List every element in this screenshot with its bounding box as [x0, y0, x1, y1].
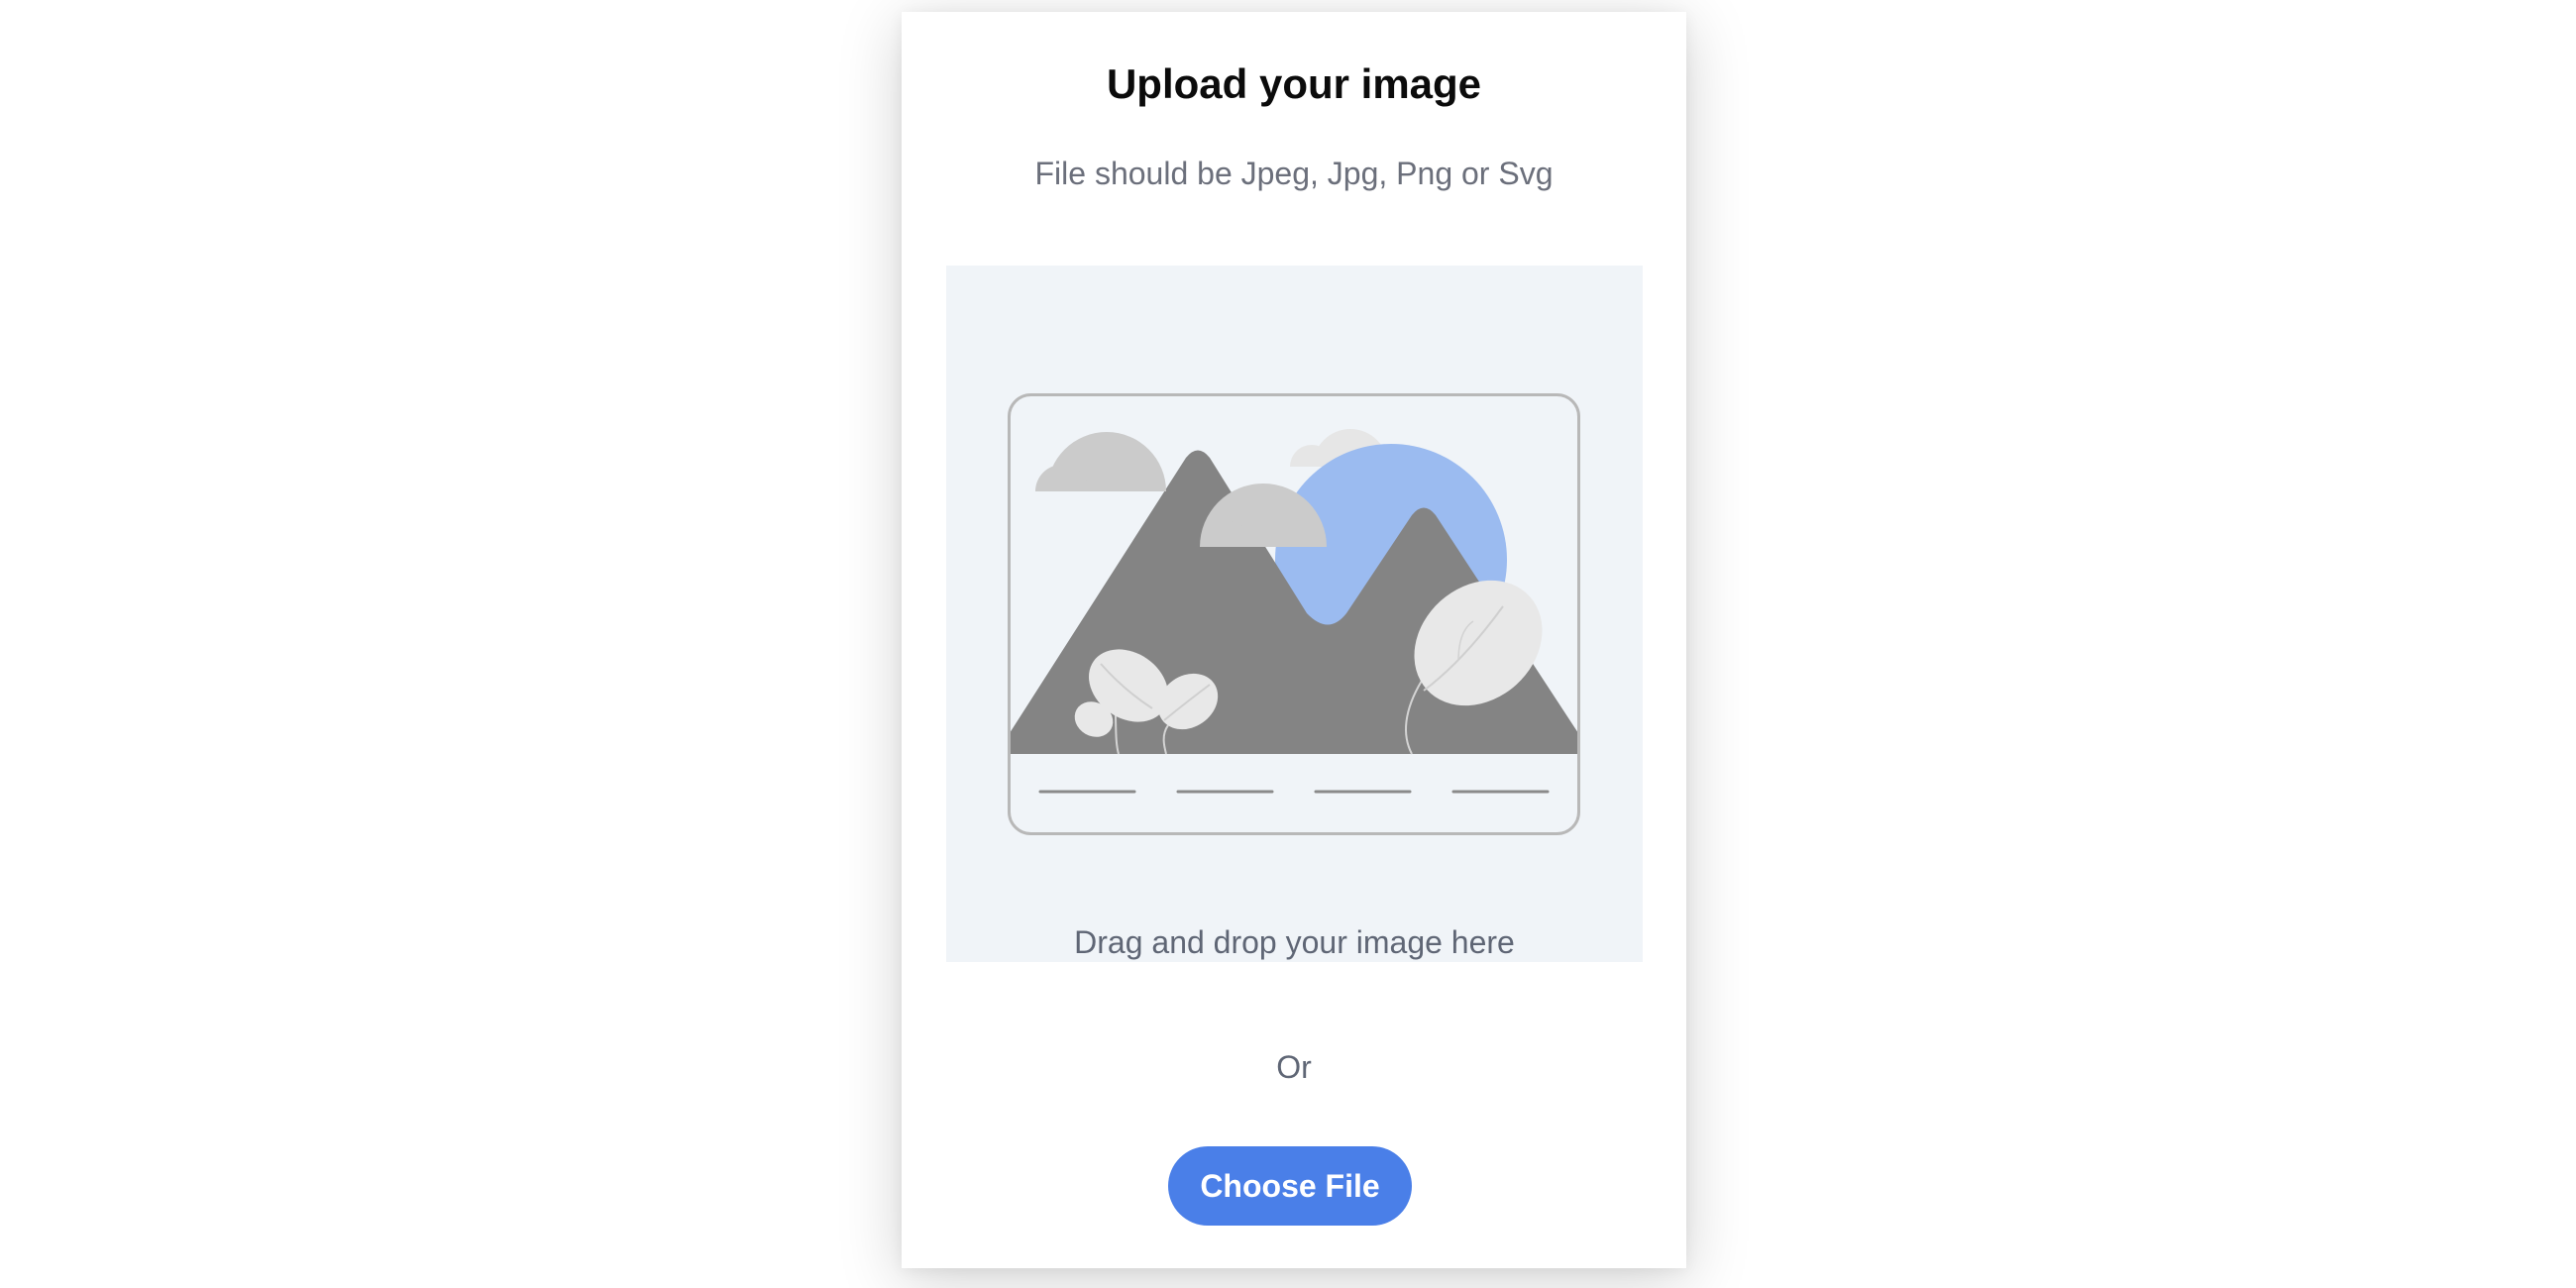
file-types-hint: File should be Jpeg, Jpg, Png or Svg [1034, 156, 1554, 191]
choose-file-button[interactable]: Choose File [1168, 1146, 1412, 1226]
drop-zone[interactable]: Drag and drop your image here [946, 266, 1643, 962]
upload-card: Upload your image File should be Jpeg, J… [902, 12, 1686, 1268]
or-separator: Or [1276, 1049, 1312, 1085]
page-title: Upload your image [1106, 60, 1482, 107]
image-placeholder-icon [1008, 393, 1580, 835]
drop-zone-label: Drag and drop your image here [1074, 924, 1515, 960]
